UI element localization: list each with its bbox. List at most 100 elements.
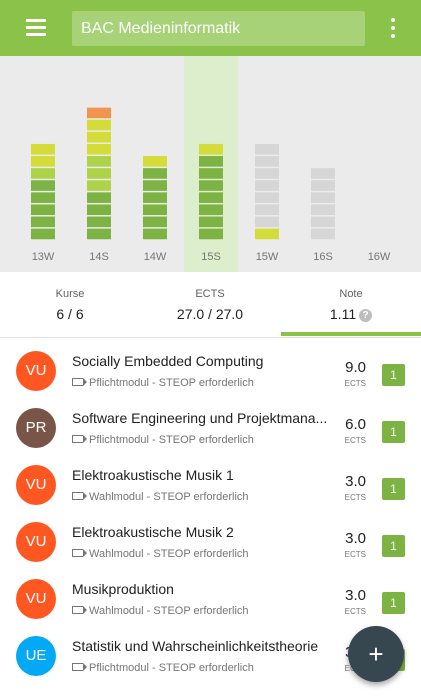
add-course-button[interactable]: + xyxy=(348,626,404,682)
bar-segment-13W[interactable] xyxy=(31,168,55,179)
bar-segment-13W[interactable] xyxy=(31,216,55,228)
selected-tab-indicator xyxy=(281,332,421,336)
study-program-title[interactable]: BAC Medieninformatik xyxy=(72,11,365,46)
label-tag-icon xyxy=(72,492,87,500)
course-ects-label: ECTS xyxy=(344,379,366,388)
bar-segment-13W[interactable] xyxy=(31,228,55,240)
bar-segment-15S[interactable] xyxy=(199,192,223,203)
course-ects-value: 3.0 xyxy=(345,587,366,604)
bar-segment-15S[interactable] xyxy=(199,216,223,228)
course-type-avatar: VU xyxy=(16,465,56,505)
bar-segment-15W[interactable] xyxy=(255,156,279,167)
label-tag-icon xyxy=(72,549,87,557)
course-list-item[interactable]: VU Elektroakustische Musik 1 Wahlmodul - S… xyxy=(0,453,421,510)
bar-segment-14S[interactable] xyxy=(87,192,111,203)
bar-segment-13W[interactable] xyxy=(31,143,55,155)
semester-label[interactable]: 15W xyxy=(256,251,279,263)
bar-segment-16S[interactable] xyxy=(311,204,335,216)
semester-label[interactable]: 14S xyxy=(89,251,109,263)
bar-segment-15S[interactable] xyxy=(199,204,223,216)
course-list-item[interactable]: VU Socially Embedded Computing Pflichtmodu… xyxy=(0,339,421,396)
course-list-item[interactable]: PR Software Engineering und Projektmana..… xyxy=(0,396,421,453)
course-ects-label: ECTS xyxy=(344,550,366,559)
bar-segment-15W[interactable] xyxy=(255,228,279,240)
stat-note[interactable]: Note 1.11? xyxy=(281,272,421,338)
label-tag-icon xyxy=(72,606,87,614)
kurse-label: Kurse xyxy=(55,288,85,300)
semester-label[interactable]: 15S xyxy=(201,251,221,263)
bar-segment-13W[interactable] xyxy=(31,180,55,191)
bar-segment-16S[interactable] xyxy=(311,216,335,228)
bar-segment-15S[interactable] xyxy=(199,180,223,191)
label-tag-icon xyxy=(72,435,87,443)
bar-segment-14S[interactable] xyxy=(87,119,111,131)
bar-segment-15S[interactable] xyxy=(199,228,223,240)
bar-segment-14W[interactable] xyxy=(143,180,167,191)
course-ects-value: 3.0 xyxy=(345,530,366,547)
stat-kurse[interactable]: Kurse 6 / 6 xyxy=(0,272,140,338)
course-list-item[interactable]: VU Elektroakustische Musik 2 Wahlmodul - S… xyxy=(0,510,421,567)
bar-segment-14S[interactable] xyxy=(87,180,111,191)
bar-segment-15S[interactable] xyxy=(199,156,223,167)
bar-segment-14W[interactable] xyxy=(143,156,167,167)
course-title: Software Engineering und Projektmana... xyxy=(72,410,328,426)
bar-segment-15W[interactable] xyxy=(255,192,279,203)
bar-segment-13W[interactable] xyxy=(31,192,55,203)
bar-segment-14S[interactable] xyxy=(87,228,111,240)
label-tag-icon xyxy=(72,378,87,386)
course-ects-value: 6.0 xyxy=(345,416,366,433)
bar-segment-16S[interactable] xyxy=(311,192,335,203)
course-type-avatar: PR xyxy=(16,408,56,448)
course-title: Elektroakustische Musik 1 xyxy=(72,467,234,483)
bar-segment-14S[interactable] xyxy=(87,107,111,119)
course-subtitle-row: Wahlmodul - STEOP erforderlich xyxy=(72,548,249,560)
course-type-avatar: UE xyxy=(16,636,56,676)
bar-segment-14W[interactable] xyxy=(143,228,167,240)
bar-segment-15W[interactable] xyxy=(255,180,279,191)
bar-segment-16S[interactable] xyxy=(311,180,335,191)
course-title: Statistik und Wahrscheinlichkeitstheorie xyxy=(72,638,319,654)
menu-icon[interactable] xyxy=(16,16,56,40)
semester-label[interactable]: 16S xyxy=(313,251,333,263)
semester-label[interactable]: 16W xyxy=(368,251,391,263)
bar-segment-14W[interactable] xyxy=(143,192,167,203)
bar-segment-14W[interactable] xyxy=(143,168,167,179)
course-type-avatar: VU xyxy=(16,351,56,391)
semester-label[interactable]: 14W xyxy=(144,251,167,263)
course-type-avatar: VU xyxy=(16,579,56,619)
course-module: Pflichtmodul - STEOP erforderlich xyxy=(89,662,254,674)
bar-segment-15S[interactable] xyxy=(199,168,223,179)
course-ects-value: 9.0 xyxy=(345,359,366,376)
note-value: 1.11 xyxy=(329,306,357,322)
bar-segment-13W[interactable] xyxy=(31,156,55,167)
bar-segment-15W[interactable] xyxy=(255,204,279,216)
bar-segment-14S[interactable] xyxy=(87,168,111,179)
bar-segment-15W[interactable] xyxy=(255,216,279,228)
bar-segment-14W[interactable] xyxy=(143,216,167,228)
bar-segment-15W[interactable] xyxy=(255,168,279,179)
course-list-item[interactable]: VU Musikproduktion Wahlmodul - STEOP erfor… xyxy=(0,567,421,624)
course-ects-label: ECTS xyxy=(344,493,366,502)
more-vert-icon[interactable] xyxy=(380,14,406,42)
bar-segment-14S[interactable] xyxy=(87,216,111,228)
bar-segment-14W[interactable] xyxy=(143,204,167,216)
course-grade-badge: 1 xyxy=(382,364,405,386)
bar-segment-15S[interactable] xyxy=(199,143,223,155)
bar-segment-14S[interactable] xyxy=(87,143,111,155)
semester-label[interactable]: 13W xyxy=(32,251,55,263)
course-title: Musikproduktion xyxy=(72,581,174,597)
course-subtitle-row: Pflichtmodul - STEOP erforderlich xyxy=(72,434,254,446)
bar-segment-14S[interactable] xyxy=(87,204,111,216)
course-module: Wahlmodul - STEOP erforderlich xyxy=(89,548,249,560)
bar-segment-16S[interactable] xyxy=(311,168,335,179)
stat-ects[interactable]: ECTS 27.0 / 27.0 xyxy=(140,272,280,338)
summary-bar: Kurse 6 / 6 ECTS 27.0 / 27.0 Note 1.11? xyxy=(0,272,421,338)
bar-segment-14S[interactable] xyxy=(87,131,111,143)
course-module: Wahlmodul - STEOP erforderlich xyxy=(89,605,249,617)
bar-segment-13W[interactable] xyxy=(31,204,55,216)
bar-segment-15W[interactable] xyxy=(255,143,279,155)
help-icon[interactable]: ? xyxy=(359,309,373,322)
bar-segment-16S[interactable] xyxy=(311,228,335,240)
bar-segment-14S[interactable] xyxy=(87,156,111,167)
course-module: Wahlmodul - STEOP erforderlich xyxy=(89,491,249,503)
